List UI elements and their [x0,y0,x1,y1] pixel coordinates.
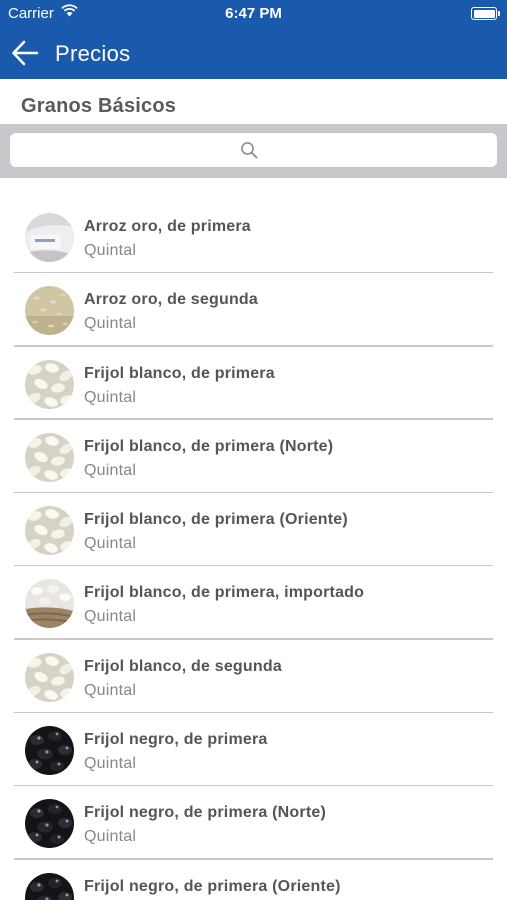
page-title: Precios [55,41,131,66]
item-unit: Quintal [84,535,137,553]
section-header: Granos Básicos [0,79,507,124]
item-name: Frijol negro, de primera [84,731,268,749]
item-name: Arroz oro, de segunda [84,291,258,309]
product-thumbnail [25,359,74,409]
item-name: Frijol negro, de primera (Norte) [84,804,326,822]
item-unit: Quintal [84,681,137,699]
list-item[interactable]: Frijol blanco, de primera (Oriente) Quint… [0,493,507,567]
product-thumbnail [25,213,74,262]
item-unit: Quintal [84,315,137,333]
navigation-bar: Carrier 6:47 PM Precios [0,0,507,79]
item-name: Frijol blanco, de primera (Oriente) [84,511,348,529]
item-name: Frijol blanco, de primera, importado [84,584,365,602]
item-unit: Quintal [84,828,137,846]
list-item[interactable]: Frijol blanco, de primera, importado Quin… [0,566,507,640]
item-name: Frijol blanco, de primera [84,364,275,382]
product-thumbnail [25,506,74,556]
product-list: Arroz oro, de primera Quintal Arroz oro, d… [0,200,507,900]
product-thumbnail [25,872,74,900]
item-name: Frijol blanco, de primera (Norte) [84,437,334,455]
item-unit: Quintal [84,242,137,259]
item-unit: Quintal [84,461,137,479]
product-thumbnail [25,726,74,776]
list-item[interactable]: Frijol negro, de primera (Oriente)Quinta… [0,860,507,900]
item-unit: Quintal [84,388,137,406]
product-thumbnail [25,432,74,482]
product-thumbnail [25,579,74,629]
list-item[interactable]: Arroz oro, de primera Quintal [0,200,507,274]
list-item[interactable]: Frijol blanco, de segunda Quintal [0,640,507,714]
section-title: Granos Básicos [21,95,177,117]
status-bar: Carrier 6:47 PM [0,0,507,28]
product-thumbnail [25,286,74,336]
item-name: Frijol blanco, de segunda [84,657,282,675]
item-name: Frijol negro, de primera (Oriente) [84,877,341,895]
list-item[interactable]: Arroz oro, de segunda Quintal [0,273,507,347]
item-unit: Quintal [84,755,137,773]
back-arrow-icon [12,40,39,66]
item-name: Arroz oro, de primera [84,218,251,235]
product-thumbnail [25,652,74,702]
list-item[interactable]: Frijol blanco, de primera (Norte) Quintal [0,420,507,494]
list-item[interactable]: Frijol negro, de primera (Norte) Quintal [0,786,507,860]
back-button[interactable] [10,36,40,70]
product-thumbnail [25,799,74,849]
search-icon [241,142,258,159]
clock: 6:47 PM [225,5,282,22]
battery-icon [471,7,500,20]
list-item[interactable]: Frijol blanco, de primera Quintal [0,347,507,420]
item-unit: Quintal [84,608,137,626]
list-item[interactable]: Frijol negro, de primera Quintal [0,713,507,787]
